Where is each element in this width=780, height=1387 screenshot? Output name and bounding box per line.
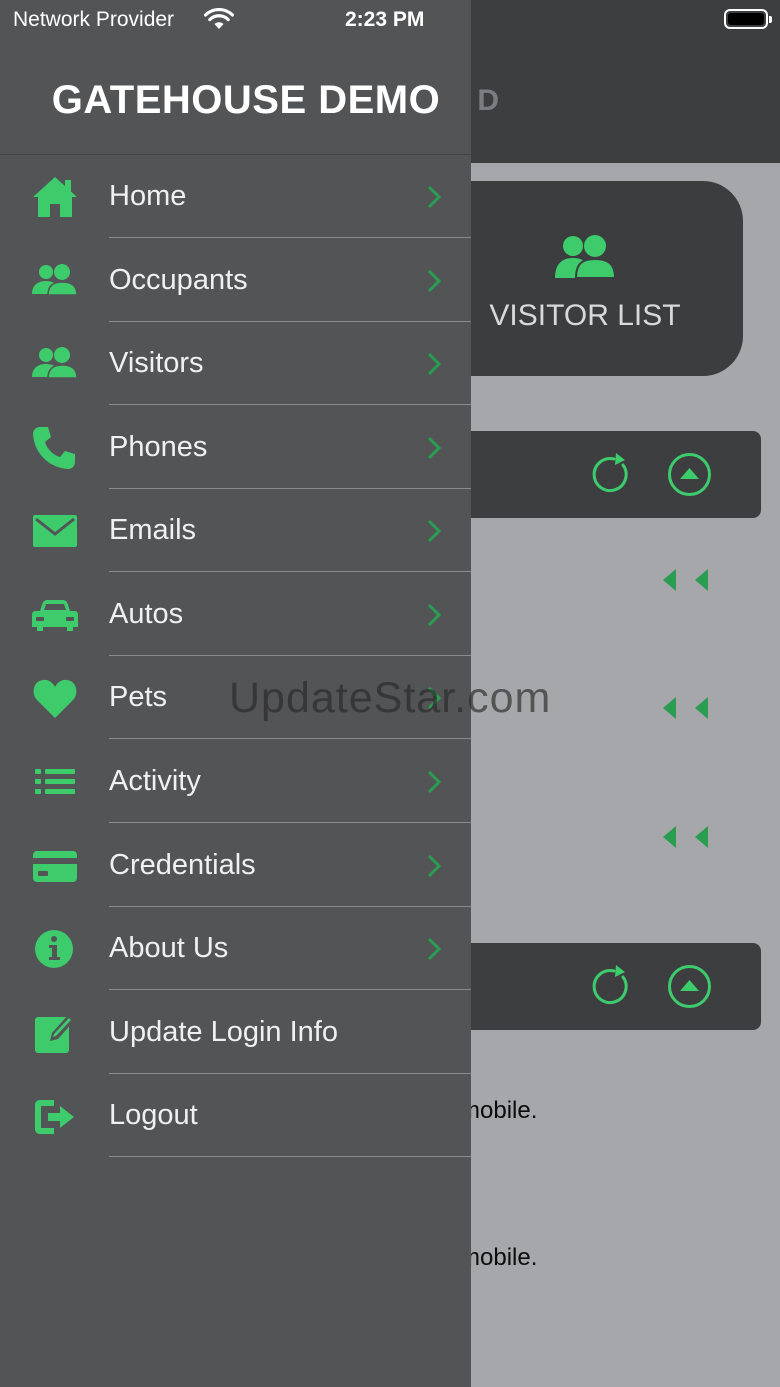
chevron-right-icon	[427, 603, 441, 627]
envelope-icon	[33, 515, 77, 547]
rewind-icon[interactable]	[663, 826, 709, 848]
drawer-title: GATEHOUSE DEMO	[51, 78, 441, 122]
separator	[109, 989, 471, 990]
menu-item-label: About Us	[109, 932, 229, 964]
separator	[109, 237, 471, 238]
separator	[109, 404, 471, 405]
separator	[109, 822, 471, 823]
section-toolbar	[440, 943, 761, 1030]
phone-icon	[33, 427, 75, 469]
separator	[109, 738, 471, 739]
users-icon	[32, 264, 78, 296]
menu-item-update-login-info[interactable]: Update Login Info	[0, 991, 471, 1074]
separator	[109, 1156, 471, 1157]
menu-item-label: Autos	[109, 598, 184, 630]
refresh-icon[interactable]	[590, 453, 630, 495]
clock-time: 2:23 PM	[345, 8, 425, 31]
users-icon	[555, 235, 617, 279]
rewind-icon[interactable]	[663, 697, 709, 719]
users-icon	[32, 347, 78, 379]
menu-item-label: Update Login Info	[109, 1016, 338, 1048]
chevron-right-icon	[427, 269, 441, 293]
menu-item-about-us[interactable]: About Us	[0, 907, 471, 990]
refresh-icon[interactable]	[590, 965, 630, 1007]
menu-item-label: Logout	[109, 1099, 198, 1131]
menu-item-label: Emails	[109, 514, 197, 546]
watermark-text: UpdateStar.com	[229, 674, 552, 722]
section-toolbar	[440, 431, 761, 518]
chevron-right-icon	[427, 854, 441, 878]
logout-icon	[35, 1100, 74, 1134]
menu-item-label: Home	[109, 180, 187, 212]
menu-item-autos[interactable]: Autos	[0, 573, 471, 656]
collapse-up-icon[interactable]	[667, 452, 712, 497]
menu-item-occupants[interactable]: Occupants	[0, 239, 471, 322]
car-icon	[32, 600, 78, 631]
carrier-name: Network Provider	[13, 8, 175, 31]
battery-icon	[724, 9, 772, 29]
status-bar: Network Provider 2:23 PM	[0, 0, 780, 40]
menu-item-label: Visitors	[109, 347, 204, 379]
credit-card-icon	[33, 851, 77, 882]
chevron-right-icon	[427, 770, 441, 794]
menu-item-label: Pets	[109, 681, 168, 713]
rewind-icon[interactable]	[663, 569, 709, 591]
chevron-right-icon	[427, 352, 441, 376]
wifi-icon	[204, 8, 234, 29]
menu-item-phones[interactable]: Phones	[0, 406, 471, 489]
chevron-right-icon	[427, 937, 441, 961]
menu-item-label: Activity	[109, 765, 201, 797]
list-icon	[35, 769, 75, 794]
info-icon	[35, 930, 73, 968]
menu-item-visitors[interactable]: Visitors	[0, 322, 471, 405]
heart-icon	[33, 679, 77, 718]
menu-item-label: Occupants	[109, 264, 248, 296]
chevron-right-icon	[427, 436, 441, 460]
menu-item-emails[interactable]: Emails	[0, 489, 471, 572]
collapse-up-icon[interactable]	[667, 964, 712, 1009]
home-icon	[33, 177, 77, 217]
menu-item-credentials[interactable]: Credentials	[0, 824, 471, 907]
chevron-right-icon	[427, 185, 441, 209]
separator	[109, 571, 471, 572]
menu-item-logout[interactable]: Logout	[0, 1074, 471, 1157]
menu-item-home[interactable]: Home	[0, 155, 471, 238]
menu-item-activity[interactable]: Activity	[0, 740, 471, 823]
menu-item-label: Credentials	[109, 849, 256, 881]
edit-icon	[35, 1015, 74, 1053]
menu-item-label: Phones	[109, 431, 208, 463]
chevron-right-icon	[427, 519, 441, 543]
